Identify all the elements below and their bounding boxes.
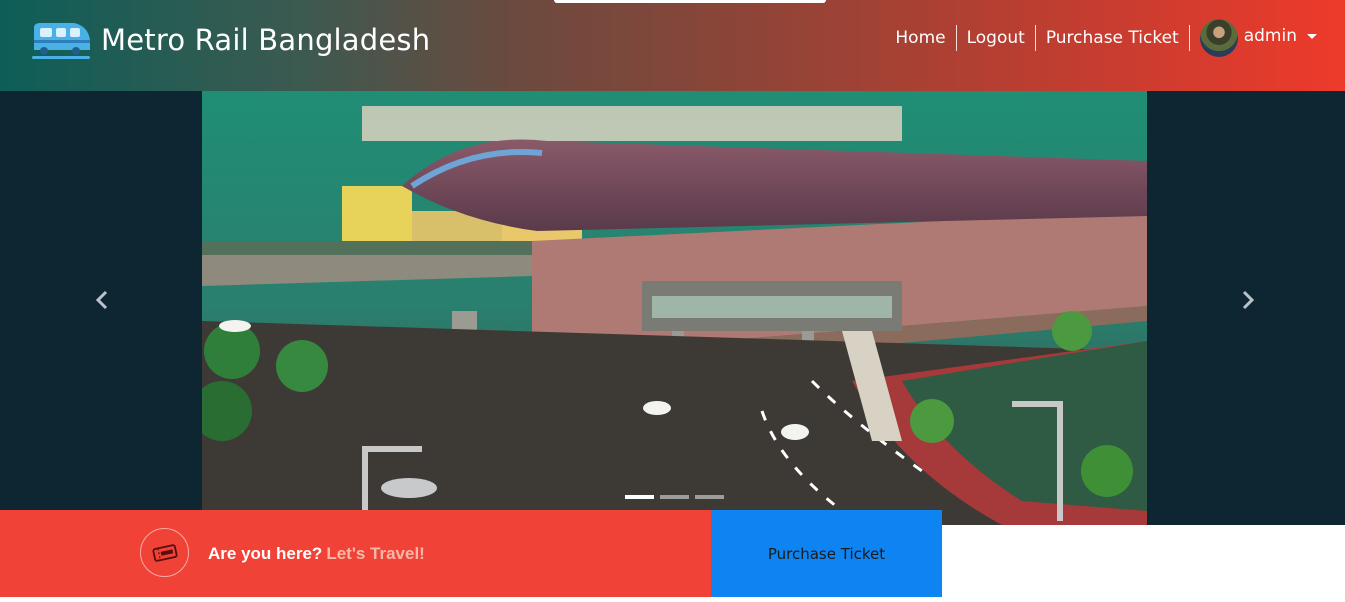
user-name: admin	[1243, 26, 1297, 46]
brand-title: Metro Rail Bangladesh	[101, 23, 431, 57]
carousel-prev-button[interactable]	[87, 287, 117, 317]
train-icon	[30, 20, 92, 60]
cta-accent-text: Let's Travel!	[326, 544, 425, 563]
user-avatar	[1199, 19, 1238, 57]
brand[interactable]: Metro Rail Bangladesh	[30, 20, 430, 60]
chevron-right-icon	[1240, 290, 1256, 315]
carousel-indicator[interactable]	[695, 495, 724, 499]
carousel-indicator[interactable]	[625, 495, 654, 499]
nav-link-logout[interactable]: Logout	[957, 25, 1036, 51]
ticket-icon	[140, 528, 189, 577]
carousel-slide-image	[202, 91, 1147, 525]
carousel-indicators	[625, 495, 730, 499]
navbar: Metro Rail Bangladesh Home Logout Purcha…	[0, 0, 1345, 91]
cta-message: Are you here? Let's Travel!	[208, 544, 425, 564]
nav-link-purchase-ticket[interactable]: Purchase Ticket	[1036, 25, 1190, 51]
cta-banner: Are you here? Let's Travel!	[0, 510, 711, 597]
caret-down-icon	[1307, 33, 1317, 39]
nav-link-home[interactable]: Home	[885, 25, 957, 51]
carousel-next-button[interactable]	[1233, 287, 1263, 317]
user-menu-dropdown[interactable]: admin	[1199, 19, 1317, 57]
hero-carousel	[0, 91, 1345, 525]
carousel-indicator[interactable]	[660, 495, 689, 499]
dropdown-stub	[554, 0, 826, 3]
nav-links: Home Logout Purchase Ticket admin	[885, 18, 1317, 58]
cta-question: Are you here?	[208, 544, 323, 563]
chevron-left-icon	[94, 290, 110, 315]
purchase-ticket-button[interactable]: Purchase Ticket	[711, 510, 942, 597]
